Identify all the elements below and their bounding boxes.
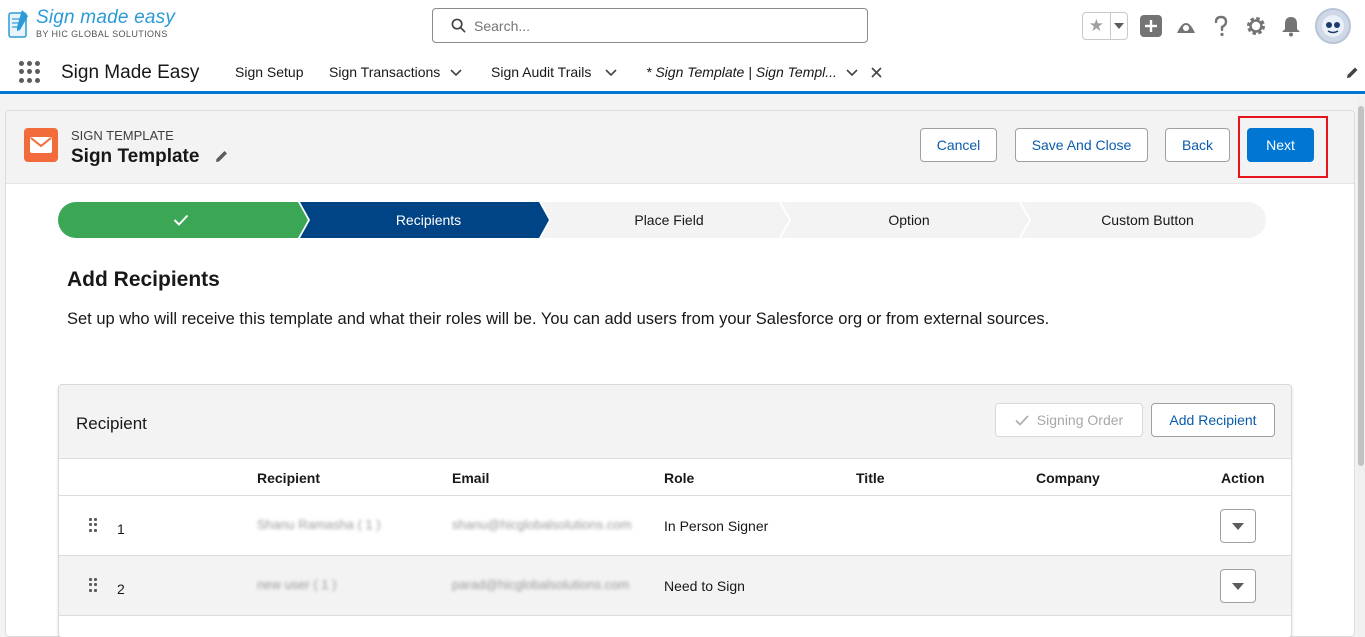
edit-title-pencil-icon[interactable] (214, 149, 229, 164)
search-icon (451, 18, 466, 33)
column-header-role: Role (664, 470, 695, 486)
add-recipient-button[interactable]: Add Recipient (1151, 403, 1275, 437)
page-scrollbar[interactable] (1357, 96, 1365, 637)
gear-icon[interactable] (1244, 14, 1268, 38)
search-input[interactable] (474, 17, 834, 34)
table-row: 2 new user ( 1 ) parad@hicglobalsolution… (59, 556, 1291, 616)
chevron-down-icon[interactable] (1109, 13, 1127, 39)
checkmark-icon (1015, 414, 1029, 426)
path-step-place-field[interactable]: Place Field (549, 202, 789, 238)
recipient-role: In Person Signer (664, 518, 769, 534)
row-index: 1 (117, 521, 125, 537)
tab-sign-template[interactable]: * Sign Template | Sign Templ... (646, 64, 837, 80)
brand-logo[interactable]: Sign made easy BY HIC GLOBAL SOLUTIONS (8, 8, 175, 40)
section-description: Set up who will receive this template an… (67, 310, 1050, 328)
cancel-button[interactable]: Cancel (920, 128, 997, 162)
brand-subtitle: BY HIC GLOBAL SOLUTIONS (36, 29, 168, 39)
next-button-highlight (1238, 116, 1328, 178)
signing-order-label: Signing Order (1036, 412, 1124, 428)
email-icon (24, 128, 58, 162)
column-header-title: Title (856, 470, 885, 486)
drag-handle-icon[interactable] (89, 518, 97, 532)
row-index: 2 (117, 581, 125, 597)
app-launcher-icon[interactable] (19, 61, 41, 83)
column-header-company: Company (1036, 470, 1100, 486)
app-navigation-bar: Sign Made Easy Sign Setup Sign Transacti… (0, 52, 1365, 94)
column-header-email: Email (452, 470, 490, 486)
row-action-menu-button[interactable] (1220, 569, 1256, 603)
scrollbar-thumb[interactable] (1358, 106, 1364, 466)
recipient-table-header: Recipient Email Role Title Company Actio… (59, 459, 1291, 496)
chevron-down-icon[interactable] (605, 69, 617, 77)
header-utility-icons: ★ (1082, 8, 1351, 44)
caret-down-icon (1232, 522, 1244, 530)
section-title: Add Recipients (67, 268, 220, 291)
brand-title: Sign made easy (36, 7, 176, 28)
nav-item-sign-transactions[interactable]: Sign Transactions (329, 64, 440, 80)
record-header: SIGN TEMPLATE Sign Template Cancel Save … (6, 111, 1354, 184)
path-step-option[interactable]: Option (789, 202, 1029, 238)
column-header-recipient: Recipient (257, 470, 321, 486)
document-sign-icon (8, 8, 30, 40)
recipient-card-header: Recipient Signing Order Add Recipient (59, 385, 1291, 459)
back-button[interactable]: Back (1165, 128, 1230, 162)
nav-item-sign-setup[interactable]: Sign Setup (235, 64, 304, 80)
favorites-button-group[interactable]: ★ (1082, 12, 1128, 40)
drag-handle-icon[interactable] (89, 578, 97, 592)
notifications-bell-icon[interactable] (1279, 14, 1303, 38)
global-search[interactable] (432, 8, 868, 43)
caret-down-icon (1232, 582, 1244, 590)
recipient-name: Shanu Ramasha ( 1 ) (257, 517, 381, 532)
nav-item-sign-audit-trails[interactable]: Sign Audit Trails (491, 64, 591, 80)
recipient-name: new user ( 1 ) (257, 577, 337, 592)
chevron-down-icon[interactable] (846, 69, 858, 77)
path-step-custom-button[interactable]: Custom Button (1029, 202, 1266, 238)
global-actions-icon[interactable] (1139, 14, 1163, 38)
record-type-label: SIGN TEMPLATE (71, 128, 174, 143)
close-icon[interactable] (871, 67, 882, 78)
recipient-card: Recipient Signing Order Add Recipient Re… (58, 384, 1292, 637)
edit-nav-pencil-icon[interactable] (1345, 66, 1359, 80)
help-icon[interactable] (1209, 14, 1233, 38)
chevron-down-icon[interactable] (450, 69, 462, 77)
global-header: Sign made easy BY HIC GLOBAL SOLUTIONS ★ (0, 0, 1365, 52)
recipient-card-title: Recipient (76, 414, 147, 433)
checkmark-icon (173, 214, 189, 226)
recipient-email: shanu@hicglobalsolutions.com (452, 517, 632, 532)
user-avatar[interactable] (1315, 8, 1351, 44)
star-icon[interactable]: ★ (1083, 13, 1110, 39)
recipient-role: Need to Sign (664, 578, 745, 594)
app-name: Sign Made Easy (61, 62, 200, 83)
table-row: 1 Shanu Ramasha ( 1 ) shanu@hicglobalsol… (59, 496, 1291, 556)
sign-template-page: SIGN TEMPLATE Sign Template Cancel Save … (5, 110, 1355, 637)
path-step-recipients[interactable]: Recipients (308, 202, 549, 238)
column-header-action: Action (1221, 470, 1265, 486)
signing-order-button[interactable]: Signing Order (995, 403, 1143, 437)
path-step-complete[interactable] (58, 202, 304, 238)
progress-path: Recipients Place Field Option Custom But… (58, 202, 1266, 238)
row-action-menu-button[interactable] (1220, 509, 1256, 543)
trailhead-icon[interactable] (1174, 14, 1198, 38)
recipient-email: parad@hicglobalsolutions.com (452, 577, 630, 592)
save-and-close-button[interactable]: Save And Close (1015, 128, 1148, 162)
record-title: Sign Template (71, 146, 200, 167)
